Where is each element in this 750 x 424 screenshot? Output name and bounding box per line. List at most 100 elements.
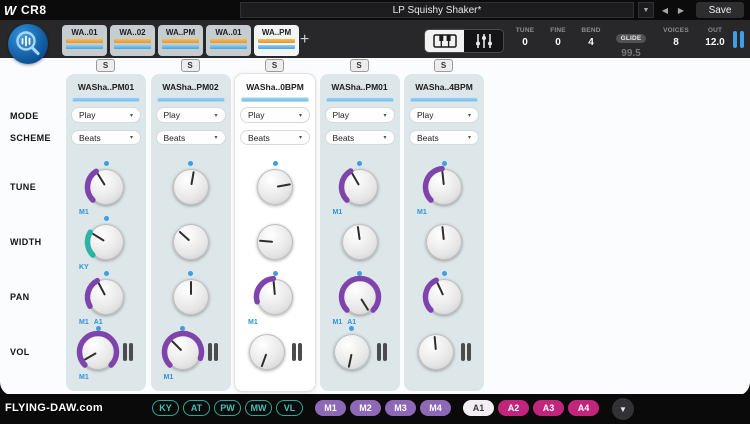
solo-button[interactable]: S bbox=[180, 59, 200, 72]
tune-knob[interactable] bbox=[257, 169, 293, 205]
cr8-plugin-window: W CR8 LP Squishy Shaker* ▼ ◀ ▶ Save WA..… bbox=[0, 0, 750, 424]
vol-knob[interactable] bbox=[76, 330, 120, 370]
width-knob[interactable] bbox=[172, 224, 209, 260]
knob-pointer bbox=[335, 162, 384, 211]
collapse-button[interactable]: ▼ bbox=[612, 398, 634, 420]
tab-waveform-stripe-orange bbox=[210, 39, 247, 43]
mode-dropdown[interactable]: Play ▾ bbox=[71, 107, 141, 123]
global-param-value: 99.5 bbox=[621, 48, 641, 59]
knob-pointer bbox=[81, 162, 131, 212]
level-meter bbox=[123, 343, 133, 361]
global-param-out[interactable]: OUT 12.0 bbox=[698, 27, 732, 59]
tune-knob[interactable] bbox=[338, 168, 378, 205]
scheme-dropdown[interactable]: Beats ▾ bbox=[240, 130, 310, 145]
watermark: FLYING-DAW.com bbox=[5, 402, 103, 414]
width-knob[interactable] bbox=[84, 224, 124, 260]
vol-knob[interactable] bbox=[161, 330, 204, 370]
knob-pointer bbox=[335, 272, 385, 322]
global-param-value: 8 bbox=[673, 37, 679, 48]
sample-tab[interactable]: WA..01 bbox=[206, 25, 251, 56]
mod-pill-mw[interactable]: MW bbox=[245, 400, 272, 416]
mode-dropdown[interactable]: Play ▾ bbox=[409, 107, 479, 123]
mod-pill-m2[interactable]: M2 bbox=[350, 400, 381, 416]
next-preset-button[interactable]: ▶ bbox=[674, 2, 688, 18]
mode-dropdown[interactable]: Play ▾ bbox=[155, 107, 226, 123]
keyboard-view-button[interactable] bbox=[425, 30, 464, 52]
pan-knob[interactable] bbox=[253, 275, 293, 315]
meter-bar bbox=[461, 343, 465, 361]
vol-knob[interactable] bbox=[249, 334, 285, 370]
preset-menu-icon[interactable]: ▼ bbox=[638, 2, 654, 18]
bottom-bar: FLYING-DAW.com KY AT PW MW VL M1 M2 M3 M4 A1 A2 A3 A… bbox=[0, 394, 750, 424]
mode-dropdown[interactable]: Play ▾ bbox=[324, 107, 395, 123]
vol-knob[interactable] bbox=[333, 334, 370, 370]
row-label-width: WIDTH bbox=[10, 237, 42, 247]
add-sample-button[interactable]: + bbox=[300, 31, 309, 49]
mod-pill-m1[interactable]: M1 bbox=[315, 400, 346, 416]
chevron-down-icon: ▾ bbox=[467, 135, 471, 141]
knob-pointer bbox=[416, 332, 455, 371]
pan-knob[interactable] bbox=[84, 277, 124, 315]
sample-tab[interactable]: WA..PM bbox=[254, 25, 299, 56]
mod-indicator-dot bbox=[272, 271, 278, 276]
tune-knob[interactable] bbox=[172, 169, 209, 205]
pan-knob[interactable] bbox=[172, 279, 209, 315]
prev-preset-button[interactable]: ◀ bbox=[658, 2, 672, 18]
scheme-dropdown[interactable]: Beats ▾ bbox=[155, 130, 226, 145]
sample-tab[interactable]: WA..PM bbox=[158, 25, 203, 56]
global-param-fine[interactable]: FINE 0 bbox=[542, 27, 574, 59]
knob-pointer bbox=[420, 273, 468, 321]
mod-pill-at[interactable]: AT bbox=[183, 400, 210, 416]
tune-knob[interactable] bbox=[422, 165, 462, 205]
tab-waveform-stripe-blue bbox=[210, 45, 247, 49]
chevron-down-icon: ▾ bbox=[298, 135, 302, 141]
scheme-dropdown[interactable]: Beats ▾ bbox=[409, 130, 479, 145]
mode-dropdown[interactable]: Play ▾ bbox=[240, 107, 310, 123]
mod-pill-a2[interactable]: A2 bbox=[498, 400, 529, 416]
level-meter bbox=[461, 343, 471, 361]
scheme-dropdown[interactable]: Beats ▾ bbox=[324, 130, 395, 145]
sample-tab[interactable]: WA..01 bbox=[62, 25, 107, 56]
tab-waveform-stripe-orange bbox=[258, 39, 295, 43]
knob-pointer bbox=[254, 166, 296, 208]
save-button[interactable]: Save bbox=[696, 2, 744, 18]
mod-pill-ky[interactable]: KY bbox=[152, 400, 179, 416]
pan-knob[interactable] bbox=[338, 275, 381, 315]
global-param-label: OUT bbox=[707, 27, 723, 34]
mod-pill-a4[interactable]: A4 bbox=[568, 400, 599, 416]
width-knob[interactable] bbox=[426, 224, 462, 260]
channel-strip: WASha..0BPM Play ▾ Beats ▾ M1 bbox=[235, 74, 315, 391]
global-param-tune[interactable]: TUNE 0 bbox=[508, 27, 542, 59]
solo-button[interactable]: S bbox=[349, 59, 369, 72]
mod-pill-a1[interactable]: A1 bbox=[463, 400, 494, 416]
solo-button[interactable]: S bbox=[265, 59, 284, 72]
mod-indicator-dot bbox=[349, 326, 354, 331]
mod-pill-m3[interactable]: M3 bbox=[385, 400, 416, 416]
scheme-dropdown[interactable]: Beats ▾ bbox=[71, 130, 141, 145]
solo-button[interactable]: S bbox=[434, 59, 453, 72]
mixer-view-button[interactable] bbox=[464, 30, 503, 52]
sample-tab[interactable]: WA..02 bbox=[110, 25, 155, 56]
mod-pill-vl[interactable]: VL bbox=[276, 400, 303, 416]
global-param-glide[interactable]: GLIDE 99.5 bbox=[608, 27, 654, 59]
preset-name-display[interactable]: LP Squishy Shaker* bbox=[240, 2, 634, 18]
pan-knob[interactable] bbox=[422, 277, 462, 315]
faders-icon bbox=[475, 34, 492, 48]
chevron-down-icon: ▾ bbox=[214, 135, 218, 141]
mod-pill-a3[interactable]: A3 bbox=[533, 400, 564, 416]
vol-knob[interactable] bbox=[418, 334, 454, 370]
sample-progress-bar bbox=[72, 97, 140, 102]
cr8-magnifier-logo-icon bbox=[8, 24, 48, 64]
global-param-voices[interactable]: VOICES 8 bbox=[654, 27, 698, 59]
mode-value: Play bbox=[79, 110, 96, 120]
tune-knob[interactable] bbox=[84, 168, 124, 205]
mod-pill-pw[interactable]: PW bbox=[214, 400, 241, 416]
width-knob[interactable] bbox=[257, 224, 293, 260]
mod-pill-m4[interactable]: M4 bbox=[420, 400, 451, 416]
global-param-bend[interactable]: BEND 4 bbox=[574, 27, 608, 59]
knob-pointer bbox=[81, 217, 131, 267]
chevron-down-icon: ▾ bbox=[467, 112, 471, 119]
solo-button[interactable]: S bbox=[96, 59, 115, 72]
width-knob[interactable] bbox=[341, 224, 378, 260]
view-toggle bbox=[424, 29, 504, 53]
